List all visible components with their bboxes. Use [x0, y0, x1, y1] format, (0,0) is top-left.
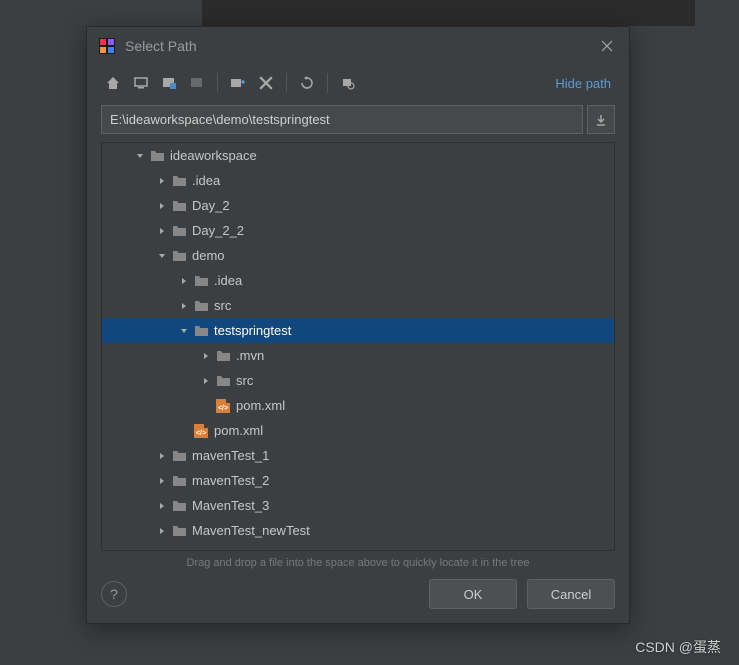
chevron-right-icon[interactable] [198, 352, 214, 360]
tree-row[interactable]: mavenTest_2 [102, 468, 614, 493]
tree-item-label: Day_2_2 [192, 223, 244, 238]
desktop-icon[interactable] [129, 71, 153, 95]
path-row [87, 105, 629, 142]
tree-item-label: pom.xml [236, 398, 285, 413]
ok-button[interactable]: OK [429, 579, 517, 609]
folder-icon [214, 349, 232, 362]
tree-row[interactable]: testspringtest [102, 318, 614, 343]
hint-text: Drag and drop a file into the space abov… [87, 551, 629, 579]
tree-item-label: ideaworkspace [170, 148, 257, 163]
select-path-dialog: Select Path Hide [86, 26, 630, 624]
folder-icon [170, 199, 188, 212]
separator [286, 73, 287, 93]
close-icon[interactable] [597, 36, 617, 56]
tree-row[interactable]: demo [102, 243, 614, 268]
tree-row[interactable]: MavenTest_3 [102, 493, 614, 518]
tree-item-label: .idea [192, 173, 220, 188]
chevron-right-icon[interactable] [176, 277, 192, 285]
hide-path-link[interactable]: Hide path [555, 76, 611, 91]
tree-item-label: .idea [214, 273, 242, 288]
tree-scroll[interactable]: ideaworkspace .idea Day_2 Day_2_2demo .idea s… [102, 143, 614, 550]
tree-item-label: pom.xml [214, 423, 263, 438]
tree-item-label: MavenTest_3 [192, 498, 269, 513]
tree-row[interactable]: Day_2_2 [102, 218, 614, 243]
chevron-right-icon[interactable] [154, 477, 170, 485]
refresh-icon[interactable] [295, 71, 319, 95]
chevron-right-icon[interactable] [154, 452, 170, 460]
folder-icon [170, 174, 188, 187]
chevron-right-icon[interactable] [154, 502, 170, 510]
tree-row[interactable]: Day_2 [102, 193, 614, 218]
tree-row[interactable]: src [102, 368, 614, 393]
folder-icon [192, 324, 210, 337]
chevron-right-icon[interactable] [154, 527, 170, 535]
tree-item-label: Day_2 [192, 198, 230, 213]
tree-item-label: .mvn [236, 348, 264, 363]
separator [217, 73, 218, 93]
separator [327, 73, 328, 93]
chevron-right-icon[interactable] [154, 177, 170, 185]
tree-item-label: src [214, 298, 231, 313]
chevron-down-icon[interactable] [132, 152, 148, 160]
folder-icon [192, 274, 210, 287]
watermark: CSDN @蛋蒸 [635, 637, 721, 657]
button-row: ? OK Cancel [87, 579, 629, 623]
folder-icon [214, 374, 232, 387]
tree-item-label: mavenTest_2 [192, 473, 269, 488]
tree-row[interactable]: ideaworkspace [102, 143, 614, 168]
chevron-right-icon[interactable] [176, 302, 192, 310]
chevron-down-icon[interactable] [176, 327, 192, 335]
tree-row[interactable]: pom.xml [102, 393, 614, 418]
chevron-right-icon[interactable] [198, 377, 214, 385]
folder-icon [170, 524, 188, 537]
folder-icon [170, 474, 188, 487]
folder-icon [170, 499, 188, 512]
folder-icon [148, 149, 166, 162]
path-input[interactable] [101, 105, 583, 134]
chevron-right-icon[interactable] [154, 227, 170, 235]
tree-row[interactable]: src [102, 293, 614, 318]
tree-item-label: MavenTest_newTest [192, 523, 310, 538]
download-icon[interactable] [587, 105, 615, 134]
show-hidden-icon[interactable] [336, 71, 360, 95]
tree-item-label: mavenTest_1 [192, 448, 269, 463]
tree-row[interactable]: mavenTest_1 [102, 443, 614, 468]
toolbar: Hide path [87, 65, 629, 105]
tree-item-label: testspringtest [214, 323, 291, 338]
tree-row[interactable]: pom.xml [102, 418, 614, 443]
tree-row[interactable]: .mvn [102, 343, 614, 368]
delete-icon[interactable] [254, 71, 278, 95]
tree-item-label: src [236, 373, 253, 388]
folder-icon [170, 224, 188, 237]
xml-file-icon [192, 424, 210, 438]
intellij-icon [99, 38, 115, 54]
tree-row[interactable]: .idea [102, 168, 614, 193]
module-icon[interactable] [185, 71, 209, 95]
home-icon[interactable] [101, 71, 125, 95]
new-folder-icon[interactable] [226, 71, 250, 95]
tree-row[interactable]: MavenTest_newTest [102, 518, 614, 543]
project-icon[interactable] [157, 71, 181, 95]
cancel-button[interactable]: Cancel [527, 579, 615, 609]
folder-icon [192, 299, 210, 312]
file-tree: ideaworkspace .idea Day_2 Day_2_2demo .idea s… [101, 142, 615, 551]
tree-row[interactable]: .idea [102, 268, 614, 293]
xml-file-icon [214, 399, 232, 413]
folder-icon [170, 449, 188, 462]
tree-item-label: demo [192, 248, 225, 263]
dialog-title: Select Path [125, 38, 597, 54]
chevron-down-icon[interactable] [154, 252, 170, 260]
folder-icon [170, 249, 188, 262]
help-button[interactable]: ? [101, 581, 127, 607]
titlebar: Select Path [87, 27, 629, 65]
chevron-right-icon[interactable] [154, 202, 170, 210]
